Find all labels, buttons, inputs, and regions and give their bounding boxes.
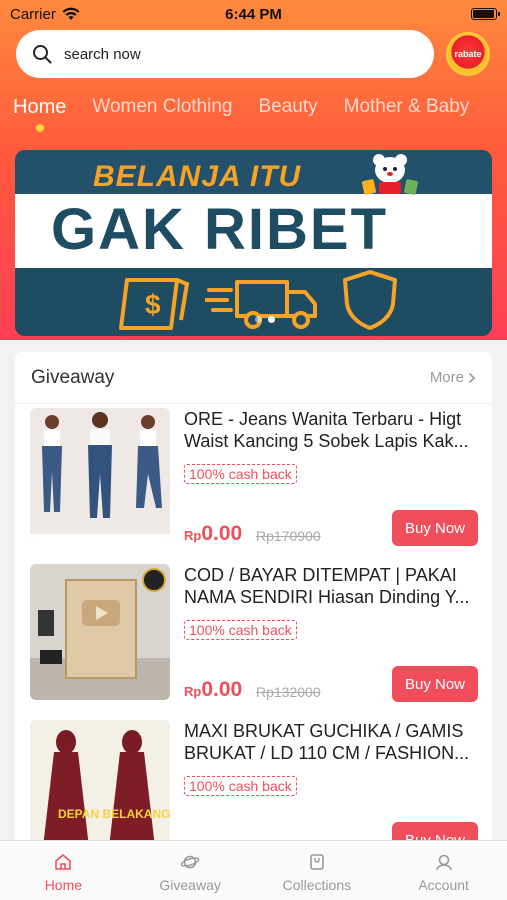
bear-mascot-icon xyxy=(362,154,418,195)
carousel-indicator xyxy=(255,316,275,323)
carrier-label: Carrier xyxy=(10,5,56,23)
giveaway-header: Giveaway More xyxy=(15,352,492,404)
more-link[interactable]: More xyxy=(430,369,476,386)
thumb-caption: DEPAN BELAKANG xyxy=(58,807,170,821)
product-title: COD / BAYAR DITEMPAT | PAKAI NAMA SENDIR… xyxy=(184,565,470,607)
delivery-truck-icon xyxy=(205,280,317,329)
section-title: Giveaway xyxy=(31,366,115,388)
chevron-right-icon xyxy=(468,372,476,383)
nav-label: Collections xyxy=(282,877,352,893)
wifi-icon xyxy=(62,7,80,20)
price-currency: Rp xyxy=(184,528,202,543)
buy-now-button[interactable]: Buy Now xyxy=(392,666,478,702)
search-bar[interactable] xyxy=(16,30,434,78)
banner-icons-band: $ xyxy=(15,268,492,336)
tab-home[interactable]: Home xyxy=(0,92,79,132)
giveaway-section: Giveaway More ORE - Jeans Wanita Terbaru… xyxy=(15,352,492,852)
product-title: ORE - Jeans Wanita Terbaru - Higt Waist … xyxy=(184,409,469,451)
original-price: Rp132000 xyxy=(256,684,321,700)
dress-photo-icon: DEPAN BELAKANG xyxy=(30,720,170,852)
category-tabs: Home Women Clothing Beauty Mother & Baby xyxy=(0,92,507,132)
tab-label: Women Clothing xyxy=(92,96,233,117)
youtube-plaque-photo-icon xyxy=(30,564,170,700)
product-image xyxy=(30,408,170,544)
price-amount: 0.00 xyxy=(201,522,243,545)
active-tab-indicator xyxy=(35,124,44,132)
buy-now-button[interactable]: Buy Now xyxy=(392,510,478,546)
original-price: Rp170900 xyxy=(256,528,321,544)
jeans-photo-icon xyxy=(30,408,170,544)
product-item[interactable]: DEPAN BELAKANG MAXI BRUKAT GUCHIKA / GAM… xyxy=(15,716,492,852)
status-bar: Carrier 6:44 PM xyxy=(0,0,507,28)
tab-label: Beauty xyxy=(258,96,318,117)
nav-collections[interactable]: Collections xyxy=(254,841,381,900)
nav-label: Giveaway xyxy=(159,877,221,893)
user-icon xyxy=(435,854,452,871)
banner-headline: BELANJA ITU xyxy=(93,160,302,193)
rebate-label: rabate xyxy=(454,49,482,59)
cashback-badge: 100% cash back xyxy=(184,776,297,796)
cashback-badge: 100% cash back xyxy=(184,464,297,484)
product-price: Rp0.00 xyxy=(184,678,242,702)
price-currency: Rp xyxy=(184,684,202,699)
product-title: MAXI BRUKAT GUCHIKA / GAMIS BRUKAT / LD … xyxy=(184,721,470,763)
product-image xyxy=(30,564,170,700)
planet-icon xyxy=(180,855,200,869)
rebate-badge[interactable]: rabate xyxy=(446,32,490,76)
nav-giveaway[interactable]: Giveaway xyxy=(127,841,254,900)
bag-icon xyxy=(310,854,324,870)
product-item[interactable]: ORE - Jeans Wanita Terbaru - Higt Waist … xyxy=(15,404,492,560)
battery-icon xyxy=(471,8,500,20)
price-amount: 0.00 xyxy=(201,678,243,701)
nav-account[interactable]: Account xyxy=(380,841,507,900)
bottom-tab-bar: Home Giveaway Collections Account xyxy=(0,840,507,900)
product-item[interactable]: COD / BAYAR DITEMPAT | PAKAI NAMA SENDIR… xyxy=(15,560,492,716)
home-icon xyxy=(55,854,72,870)
nav-home[interactable]: Home xyxy=(0,841,127,900)
carousel-dot-active xyxy=(268,316,275,323)
search-icon xyxy=(33,45,52,64)
more-label: More xyxy=(429,369,464,386)
product-image: DEPAN BELAKANG xyxy=(30,720,170,852)
cashback-badge: 100% cash back xyxy=(184,620,297,640)
carousel-dot xyxy=(255,316,262,323)
promo-banner[interactable]: BELANJA ITU GAK RIBET $ xyxy=(15,150,492,336)
product-price: Rp0.00 xyxy=(184,522,242,546)
svg-text:$: $ xyxy=(145,289,161,320)
tab-mother-baby[interactable]: Mother & Baby xyxy=(331,92,483,122)
shield-icon xyxy=(343,270,397,330)
search-input[interactable] xyxy=(64,45,404,63)
tab-women-clothing[interactable]: Women Clothing xyxy=(79,92,245,122)
tab-label: Mother & Baby xyxy=(343,96,470,117)
nav-label: Home xyxy=(44,877,83,893)
nav-label: Account xyxy=(418,877,469,893)
receipt-icon: $ xyxy=(119,278,190,330)
tab-beauty[interactable]: Beauty xyxy=(245,92,330,122)
carrier-group: Carrier xyxy=(10,6,80,23)
tab-label: Home xyxy=(13,96,67,118)
banner-title: GAK RIBET xyxy=(51,197,388,262)
